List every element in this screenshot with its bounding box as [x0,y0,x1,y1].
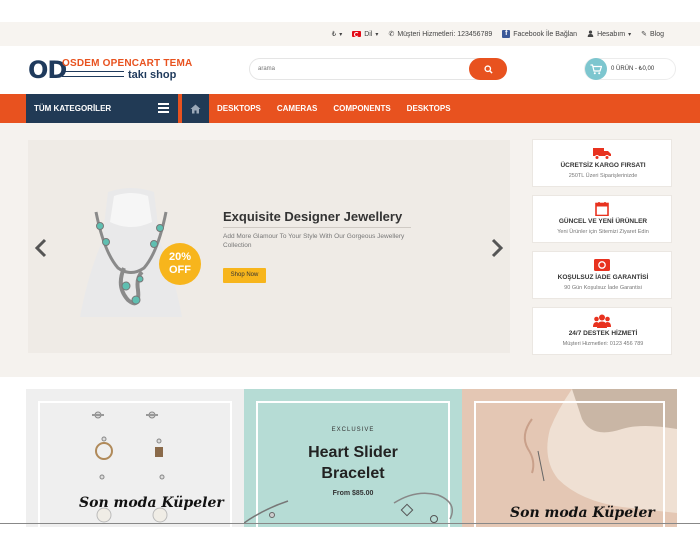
user-icon [587,29,594,39]
truck-icon [593,148,611,160]
facebook-link[interactable]: f Facebook İle Bağlan [502,30,577,38]
nav-link-cameras[interactable]: CAMERAS [277,104,317,113]
feature-free-shipping[interactable]: ÜCRETSİZ KARGO FIRSATI 250TL Üzeri Sipar… [532,139,672,187]
promo-banners: Son moda Küpeler EXCLUSIVE Heart Slider … [0,377,700,550]
feature-support[interactable]: 24/7 DESTEK HİZMETİ Müşteri Hizmetleri: … [532,307,672,355]
logo-title: OSDEM OPENCART TEMA [62,58,193,69]
cart-summary: 0 ÜRÜN - ₺0,00 [611,66,655,72]
badge-percent: 20% [168,251,192,263]
page: ₺ ▾ Dil ▾ ✆ Müşteri Hizmetleri: 123456789 … [0,0,700,550]
pencil-icon: ✎ [641,31,647,38]
calendar-icon [595,202,609,216]
chevron-down-icon: ▾ [339,31,343,38]
title-underline [223,227,411,228]
all-categories-label: TÜM KATEGORİLER [34,104,112,113]
feature-title: 24/7 DESTEK HİZMETİ [568,330,638,337]
feature-title: KOŞULSUZ İADE GARANTİSİ [557,274,649,281]
banner-bracelet[interactable]: EXCLUSIVE Heart Slider Bracelet From $85… [244,389,462,527]
nav-link-components[interactable]: COMPONENTS [333,104,390,113]
logo-initials: OD [28,56,67,84]
banner-right-script: Son moda Küpeler [510,505,655,521]
header: OD OSDEM OPENCART TEMA takı shop 0 ÜRÜN … [0,46,700,94]
cart-button[interactable]: 0 ÜRÜN - ₺0,00 [584,58,676,80]
feature-subtitle: 250TL Üzeri Siparişlerinizde [568,173,638,179]
banner-earrings-right[interactable]: Son moda Küpeler [462,389,677,527]
account-menu[interactable]: Hesabım ▾ [587,29,632,39]
facebook-label: Facebook İle Bağlan [513,30,578,38]
nav-link-desktops-2[interactable]: DESKTOPS [407,104,451,113]
slide-title: Exquisite Designer Jewellery [223,209,403,224]
chevron-left-icon[interactable] [34,238,48,258]
search-button[interactable] [469,58,507,80]
chevron-right-icon[interactable] [490,238,504,258]
search-box [249,58,507,80]
nav-link-desktops[interactable]: DESKTOPS [217,104,261,113]
cart-icon [585,58,607,80]
search-icon [483,64,493,74]
feature-new-products[interactable]: GÜNCEL VE YENİ ÜRÜNLER Yeni Ürünler için… [532,195,672,243]
slide-subtitle: Add More Glamour To Your Style With Our … [223,233,405,249]
home-button[interactable] [182,94,209,123]
bracelet-image [244,492,453,524]
banner-left-script: Son moda Küpeler [79,495,224,511]
feature-return-guarantee[interactable]: KOŞULSUZ İADE GARANTİSİ 90 Gün Koşulsuz … [532,251,672,299]
all-categories-button[interactable]: TÜM KATEGORİLER [26,94,178,123]
hamburger-icon [158,103,169,113]
main-nav: TÜM KATEGORİLER DESKTOPS CAMERAS COMPONE… [0,94,700,123]
site-logo[interactable]: OD OSDEM OPENCART TEMA takı shop [28,56,192,86]
facebook-icon: f [502,30,511,38]
turkey-flag-icon [352,31,362,37]
feature-subtitle: 90 Gün Koşulsuz İade Garantisi [564,285,642,291]
feature-subtitle: Yeni Ürünler için Sitemizi Ziyaret Edin [557,229,649,235]
account-label: Hesabım [597,30,626,38]
users-icon [593,314,611,328]
feature-title: GÜNCEL VE YENİ ÜRÜNLER [558,218,648,225]
top-bar: ₺ ▾ Dil ▾ ✆ Müşteri Hizmetleri: 123456789 … [0,22,700,46]
nav-links: DESKTOPS CAMERAS COMPONENTS DESKTOPS [217,94,451,123]
banner-earrings-left[interactable]: Son moda Küpeler [26,389,244,527]
phone-link[interactable]: ✆ Müşteri Hizmetleri: 123456789 [388,30,493,39]
discount-badge: 20% OFF [159,243,201,285]
hero-slider: 20% OFF Exquisite Designer Jewellery Add… [28,140,510,353]
phone-label: Müşteri Hizmetleri: 123456789 [397,30,493,38]
logo-subtitle: takı shop [128,69,177,81]
chevron-down-icon: ▾ [375,31,379,38]
language-label: Dil [364,30,373,38]
home-icon [190,104,201,113]
blog-label: Blog [649,30,664,38]
feature-title: ÜCRETSİZ KARGO FIRSATI [560,162,646,169]
badge-off: OFF [169,264,191,276]
feature-subtitle: Müşteri Hizmetleri: 0123 456 789 [562,341,644,347]
shop-now-button[interactable]: Shop Now [223,268,266,283]
hero-section: 20% OFF Exquisite Designer Jewellery Add… [0,123,700,377]
phone-icon: ✆ [388,31,395,38]
language-selector[interactable]: Dil ▾ [352,31,378,38]
currency-icon: ₺ [331,31,337,38]
search-input[interactable] [258,62,458,76]
viewport-divider [0,523,700,524]
blog-link[interactable]: ✎ Blog [641,30,664,39]
logo-lines [62,71,124,77]
currency-selector[interactable]: ₺ ▾ [332,30,342,38]
money-icon [594,259,610,271]
chevron-down-icon: ▾ [628,31,632,38]
